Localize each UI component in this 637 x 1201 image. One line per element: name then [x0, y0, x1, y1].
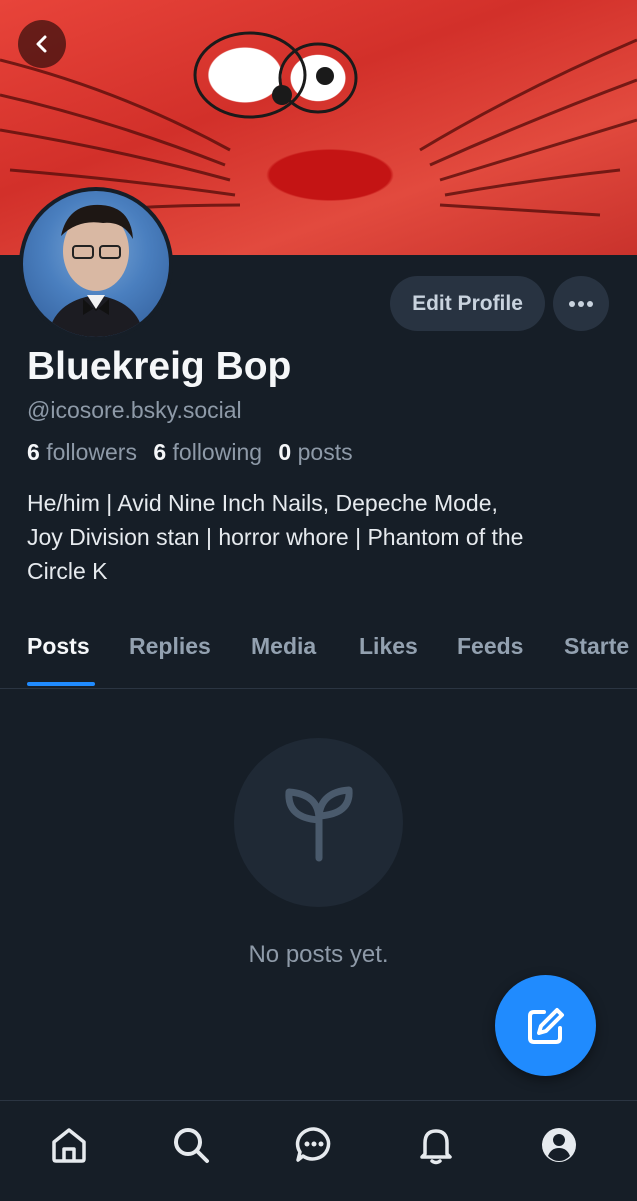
nav-chat[interactable]	[292, 1123, 336, 1167]
profile-handle: @icosore.bsky.social	[27, 397, 242, 423]
posts-count: 0	[278, 439, 292, 465]
bio-line: Joy Division stan | horror whore | Phant…	[27, 524, 524, 550]
tab-starter-packs[interactable]: Starte	[564, 633, 629, 660]
more-options-button[interactable]	[553, 276, 609, 331]
posts-stat: 0 posts	[278, 439, 352, 465]
profile-tabs: Posts Replies Media Likes Feeds Starte	[0, 628, 637, 689]
nav-search[interactable]	[169, 1123, 213, 1167]
chevron-left-icon	[36, 35, 47, 53]
profile-bio: He/him | Avid Nine Inch Nails, Depeche M…	[27, 486, 622, 588]
tab-replies[interactable]: Replies	[129, 633, 211, 660]
empty-state-text: No posts yet.	[248, 941, 389, 968]
display-name: Bluekreig Bop	[27, 345, 292, 388]
back-button[interactable]	[18, 20, 66, 68]
compose-icon	[527, 1007, 564, 1044]
sprout-icon	[284, 786, 353, 861]
profile-stats: 6 followers 6 following 0 posts	[27, 439, 353, 466]
bio-line: He/him | Avid Nine Inch Nails, Depeche M…	[27, 490, 498, 516]
bio-line: Circle K	[27, 558, 108, 584]
nav-notifications[interactable]	[414, 1123, 458, 1167]
avatar-image	[23, 191, 169, 337]
bell-icon	[420, 1129, 452, 1165]
followers-count: 6	[27, 439, 40, 465]
search-icon	[174, 1128, 209, 1163]
compose-post-button[interactable]	[495, 975, 596, 1076]
following-count: 6	[153, 439, 167, 465]
following-label: following	[172, 439, 263, 465]
tab-likes[interactable]: Likes	[359, 633, 418, 660]
followers-label: followers	[46, 439, 137, 465]
chat-icon	[295, 1127, 331, 1162]
nav-profile[interactable]	[537, 1123, 581, 1167]
ellipsis-icon	[569, 300, 593, 307]
profile-icon	[542, 1128, 576, 1162]
edit-profile-button[interactable]: Edit Profile	[390, 276, 545, 331]
home-icon	[52, 1128, 86, 1163]
followers-stat[interactable]: 6 followers	[27, 439, 137, 465]
posts-label: posts	[297, 439, 353, 465]
bottom-navigation	[0, 1100, 637, 1201]
nav-home[interactable]	[47, 1123, 91, 1167]
following-stat[interactable]: 6 following	[153, 439, 262, 465]
active-tab-indicator	[27, 682, 95, 686]
avatar[interactable]	[19, 187, 173, 341]
tab-media[interactable]: Media	[251, 633, 316, 660]
tab-feeds[interactable]: Feeds	[457, 633, 523, 660]
empty-state-icon-circle	[234, 738, 403, 907]
tab-posts[interactable]: Posts	[27, 633, 90, 660]
